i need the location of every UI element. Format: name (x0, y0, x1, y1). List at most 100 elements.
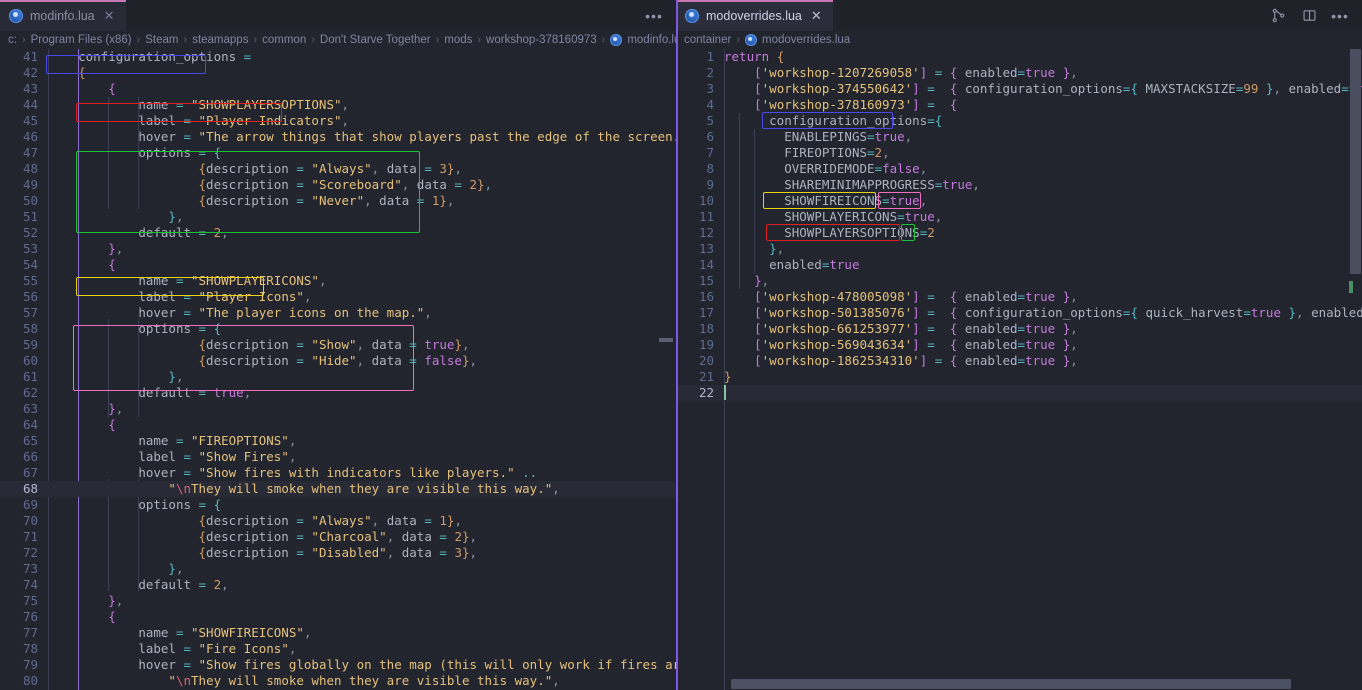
breadcrumb-item[interactable]: container (682, 34, 733, 46)
code-line[interactable]: 65 name = "FIREOPTIONS", (0, 433, 676, 449)
code-line[interactable]: 1 return { (676, 49, 1362, 65)
line-number: 65 (22, 433, 38, 448)
code-line[interactable]: 5 configuration_options={ (676, 113, 1362, 129)
code-line[interactable]: 50 {description = "Never", data = 1}, (0, 193, 676, 209)
code-editor-left[interactable]: 41 configuration_options = 42 {43 {44 na… (0, 49, 676, 690)
tab-modoverrides-lua[interactable]: modoverrides.lua ✕ (676, 0, 834, 31)
editor-workbench: modinfo.lua ✕ ••• c: › Program Files (x86… (0, 0, 1362, 690)
code-line[interactable]: 55 name = "SHOWPLAYERICONS", (0, 273, 676, 289)
code-editor-right[interactable]: 1 return {2 ['workshop-1207269058'] = { e… (676, 49, 1362, 690)
breadcrumb-item[interactable]: Steam (143, 34, 180, 46)
code-line[interactable]: 14 enabled=true (676, 257, 1362, 273)
code-line[interactable]: 48 {description = "Always", data = 3}, (0, 161, 676, 177)
close-icon[interactable]: ✕ (104, 9, 115, 22)
code-line[interactable]: 44 name = "SHOWPLAYERSOPTIONS", (0, 97, 676, 113)
code-line[interactable]: 71 {description = "Charcoal", data = 2}, (0, 529, 676, 545)
code-line[interactable]: 41 configuration_options = (0, 49, 676, 65)
ellipsis-icon[interactable]: ••• (645, 7, 663, 25)
code-line[interactable]: 2 ['workshop-1207269058'] = { enabled=tr… (676, 65, 1362, 81)
code-line[interactable]: 62 default = true, (0, 385, 676, 401)
code-line[interactable]: 70 {description = "Always", data = 1}, (0, 513, 676, 529)
close-icon[interactable]: ✕ (811, 9, 822, 22)
code-line[interactable]: 43 { (0, 81, 676, 97)
code-line[interactable]: 20 ['workshop-1862534310'] = { enabled=t… (676, 353, 1362, 369)
breadcrumb-separator: › (183, 34, 188, 46)
horizontal-scrollbar-thumb[interactable] (731, 679, 1291, 689)
code-line[interactable]: 46 hover = "The arrow things that show p… (0, 129, 676, 145)
code-line[interactable]: 53 }, (0, 241, 676, 257)
code-line[interactable]: 66 label = "Show Fires", (0, 449, 676, 465)
vertical-scrollbar-thumb[interactable] (1350, 49, 1361, 274)
code-line[interactable]: 72 {description = "Disabled", data = 3}, (0, 545, 676, 561)
breadcrumb-item[interactable]: common (260, 34, 308, 46)
code-line[interactable]: 8 OVERRIDEMODE=false, (676, 161, 1362, 177)
code-line[interactable]: 49 {description = "Scoreboard", data = 2… (0, 177, 676, 193)
editor-group-right: modoverrides.lua ✕ ••• container › modov… (676, 0, 1362, 690)
code-line-text: }, (168, 369, 184, 384)
code-line[interactable]: 57 hover = "The player icons on the map.… (0, 305, 676, 321)
code-line-text: }, (108, 401, 124, 416)
ellipsis-icon[interactable]: ••• (1331, 7, 1349, 25)
code-line[interactable]: 58 options = { (0, 321, 676, 337)
code-line-text: {description = "Hide", data = false}, (198, 353, 478, 368)
code-line[interactable]: 21} (676, 369, 1362, 385)
editor-split-divider[interactable] (676, 0, 678, 690)
code-line[interactable]: 6 ENABLEPINGS=true, (676, 129, 1362, 145)
code-line[interactable]: 12 SHOWPLAYERSOPTIONS=2 (676, 225, 1362, 241)
code-line[interactable]: 60 {description = "Hide", data = false}, (0, 353, 676, 369)
tabbar-left: modinfo.lua ✕ ••• (0, 0, 676, 31)
line-number: 13 (698, 241, 714, 256)
line-number: 73 (22, 561, 38, 576)
breadcrumb-item-file[interactable]: modinfo.lua (608, 34, 676, 46)
tab-modinfo-lua[interactable]: modinfo.lua ✕ (0, 0, 127, 31)
code-line[interactable]: 73 }, (0, 561, 676, 577)
code-line[interactable]: 45 label = "Player Indicators", (0, 113, 676, 129)
code-line[interactable]: 16 ['workshop-478005098'] = { enabled=tr… (676, 289, 1362, 305)
code-line[interactable]: 80 "\nThey will smoke when they are visi… (0, 673, 676, 689)
code-line[interactable]: 11 SHOWPLAYERICONS=true, (676, 209, 1362, 225)
code-line[interactable]: 7 FIREOPTIONS=2, (676, 145, 1362, 161)
code-line[interactable]: 67 hover = "Show fires with indicators l… (0, 465, 676, 481)
code-line[interactable]: 79 hover = "Show fires globally on the m… (0, 657, 676, 673)
split-editor-icon[interactable] (1300, 7, 1318, 25)
code-line-text: label = "Player Icons", (138, 289, 312, 304)
horizontal-scrollbar[interactable] (676, 679, 1362, 690)
breadcrumb-item[interactable]: workshop-378160973 (484, 34, 599, 46)
code-line[interactable]: 69 options = { (0, 497, 676, 513)
breadcrumb-item-file[interactable]: modoverrides.lua (743, 34, 852, 46)
code-line[interactable]: 78 label = "Fire Icons", (0, 641, 676, 657)
code-line[interactable]: 15 }, (676, 273, 1362, 289)
code-line[interactable]: 42 { (0, 65, 676, 81)
code-line[interactable]: 54 { (0, 257, 676, 273)
code-line[interactable]: 56 label = "Player Icons", (0, 289, 676, 305)
code-line[interactable]: 64 { (0, 417, 676, 433)
line-number: 2 (706, 65, 714, 80)
code-line[interactable]: 13 }, (676, 241, 1362, 257)
code-line[interactable]: 9 SHAREMINIMAPPROGRESS=true, (676, 177, 1362, 193)
vertical-scrollbar[interactable] (1349, 49, 1362, 690)
breadcrumb-item[interactable]: Don't Starve Together (318, 34, 433, 46)
code-line[interactable]: 52 default = 2, (0, 225, 676, 241)
code-line[interactable]: 61 }, (0, 369, 676, 385)
code-line[interactable]: 3 ['workshop-374550642'] = { configurati… (676, 81, 1362, 97)
code-line[interactable]: 76 { (0, 609, 676, 625)
breadcrumb-item[interactable]: c: (6, 34, 19, 46)
code-line[interactable]: 77 name = "SHOWFIREICONS", (0, 625, 676, 641)
source-control-icon[interactable] (1269, 7, 1287, 25)
code-line[interactable]: 17 ['workshop-501385076'] = { configurat… (676, 305, 1362, 321)
breadcrumb-item[interactable]: mods (442, 34, 474, 46)
code-line[interactable]: 63 }, (0, 401, 676, 417)
code-line[interactable]: 10 SHOWFIREICONS=true, (676, 193, 1362, 209)
code-line[interactable]: 19 ['workshop-569043634'] = { enabled=tr… (676, 337, 1362, 353)
code-line[interactable]: 4 ['workshop-378160973'] = { (676, 97, 1362, 113)
breadcrumb-item[interactable]: steamapps (190, 34, 250, 46)
code-line[interactable]: 75 }, (0, 593, 676, 609)
code-line[interactable]: 18 ['workshop-661253977'] = { enabled=tr… (676, 321, 1362, 337)
code-line[interactable]: 22 (676, 385, 1362, 401)
code-line[interactable]: 68 "\nThey will smoke when they are visi… (0, 481, 676, 497)
code-line[interactable]: 51 }, (0, 209, 676, 225)
code-line[interactable]: 59 {description = "Show", data = true}, (0, 337, 676, 353)
breadcrumb-item[interactable]: Program Files (x86) (29, 34, 134, 46)
code-line[interactable]: 74 default = 2, (0, 577, 676, 593)
code-line[interactable]: 47 options = { (0, 145, 676, 161)
